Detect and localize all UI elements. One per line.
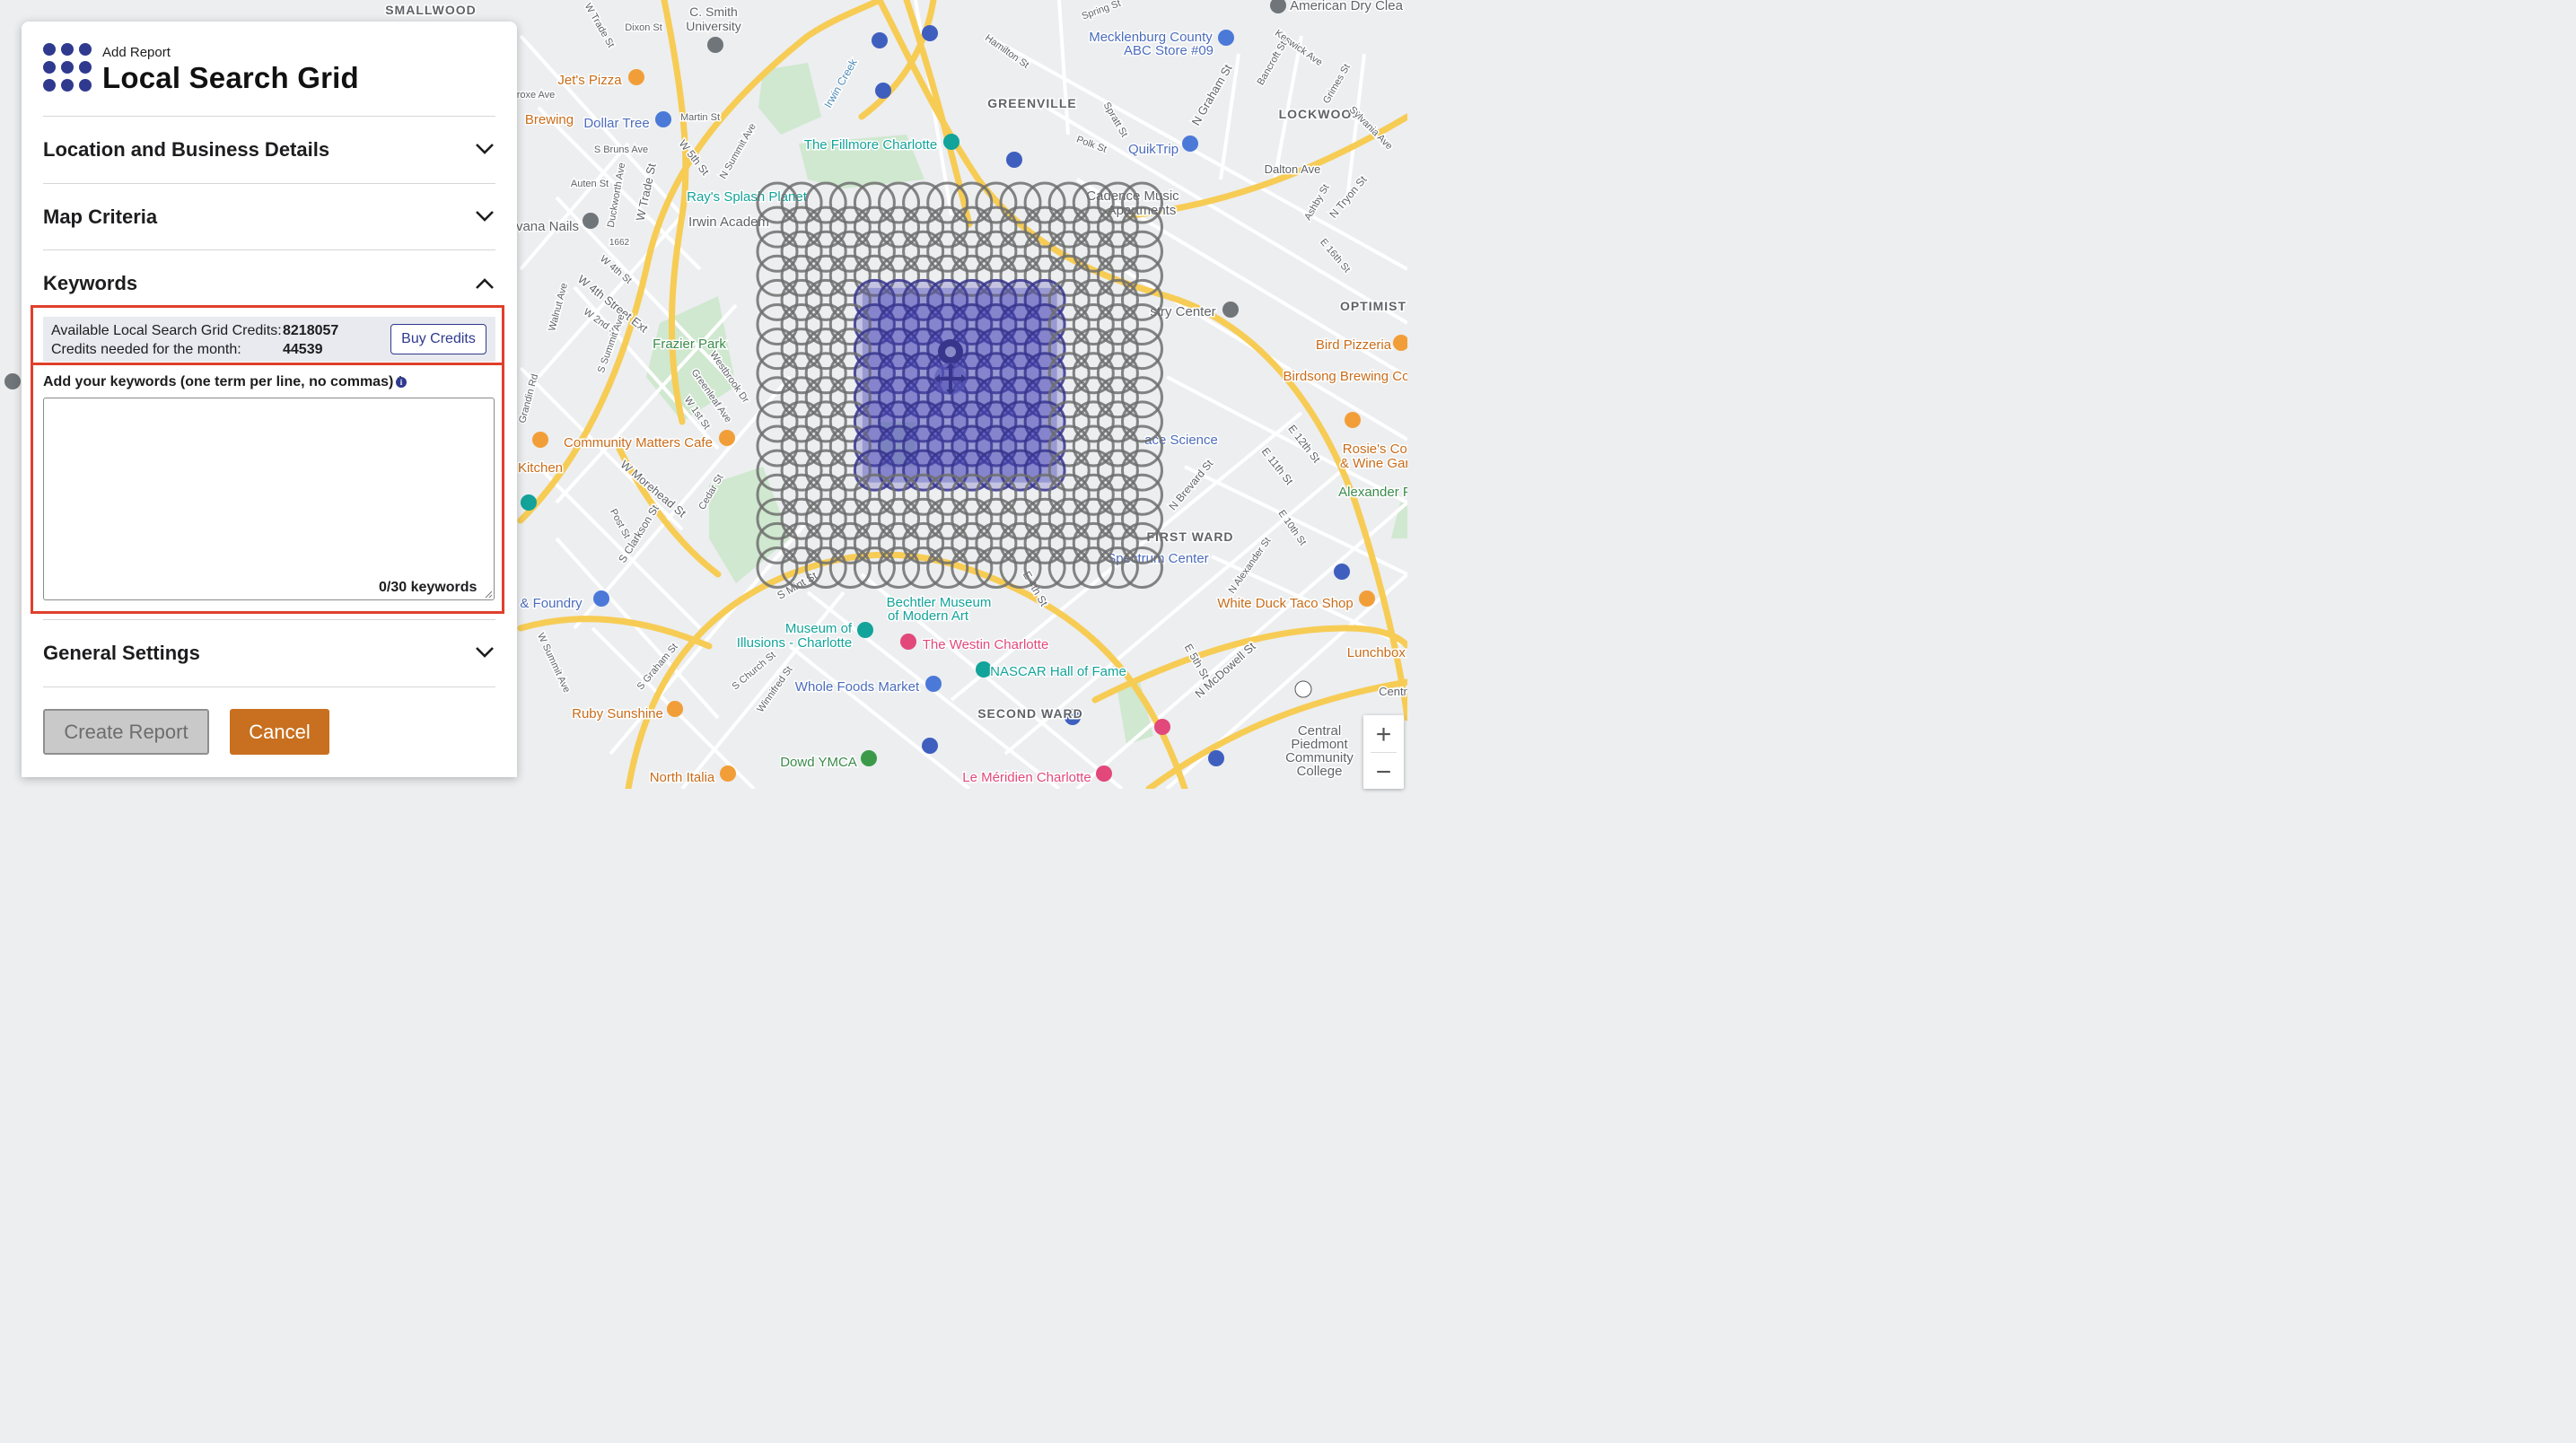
zoom-in-button[interactable]: + (1363, 717, 1404, 753)
page-title: Local Search Grid (102, 61, 359, 94)
section-general-title: General Settings (43, 642, 200, 664)
map-label: GREENVILLE (987, 96, 1076, 110)
section-keywords-title: Keywords (43, 272, 138, 294)
divider (43, 619, 495, 620)
map-label: Bird Pizzeria (1316, 337, 1392, 353)
map-label: roxe Ave (517, 90, 556, 101)
divider (1371, 752, 1397, 753)
section-location-title: Location and Business Details (43, 138, 330, 161)
map-label: Museum of (785, 621, 853, 636)
map-label: American Dry Clea (1290, 0, 1404, 13)
map-label: Dalton Ave (1265, 162, 1321, 176)
map-label: QuikTrip (1128, 142, 1178, 157)
map-label: of Modern Art (888, 608, 969, 624)
map-label: Le Méridien Charlotte (962, 770, 1091, 785)
chevron-down-icon (476, 211, 494, 222)
map-label: & Foundry (520, 596, 583, 611)
map-label: Rosie's Coffe (1343, 442, 1407, 457)
map-label: NASCAR Hall of Fame (990, 664, 1126, 679)
grid-point[interactable] (1023, 449, 1066, 492)
highlight-outline-keywords (31, 363, 504, 614)
map-label: North Italia (650, 770, 715, 785)
divider (43, 183, 495, 184)
map-label: White Duck Taco Shop (1217, 596, 1353, 611)
map-label: Apartments (1108, 203, 1177, 218)
map-label: C. Smith (689, 4, 738, 19)
map-label: University (686, 19, 740, 33)
map-label: Dowd YMCA (780, 755, 857, 770)
add-report-panel: Add Report Local Search Grid Location an… (22, 22, 517, 777)
map-label: OPTIMIST (1340, 299, 1406, 313)
divider (43, 116, 495, 117)
map-label: Dollar Tree (583, 116, 649, 131)
map-label: Birdsong Brewing Co (1284, 369, 1407, 384)
zoom-controls: + − (1363, 715, 1404, 789)
map-label: ABC Store #09 (1124, 43, 1214, 58)
chevron-up-icon (476, 278, 494, 289)
section-map-criteria-title: Map Criteria (43, 206, 158, 228)
map-label: Community Matters Cafe (564, 435, 713, 450)
map-label: College (1297, 764, 1343, 779)
map-label: Auten St (571, 179, 609, 189)
map-label: Jet's Pizza (557, 73, 622, 88)
map-label: SMALLWOOD (385, 3, 477, 17)
map-label: Johnson (690, 0, 738, 1)
map-label: Illusions - Charlotte (737, 635, 852, 651)
highlight-outline-credits (31, 305, 504, 365)
map-label: Lunchbox Re (1347, 645, 1407, 660)
zoom-out-button[interactable]: − (1363, 755, 1404, 791)
map-label: S Bruns Ave (594, 144, 648, 155)
page-subtitle: Add Report (102, 45, 171, 60)
map-label: Martin St (680, 112, 720, 123)
map-label: Brewing (525, 112, 574, 127)
map-label: Ruby Sunshine (572, 706, 663, 722)
divider (43, 249, 495, 250)
map-label: SECOND WARD (977, 706, 1083, 721)
map-label: The Fillmore Charlotte (804, 137, 937, 153)
map-label: The Westin Charlotte (923, 637, 1049, 652)
create-report-button[interactable]: Create Report (43, 709, 209, 755)
chevron-down-icon (476, 647, 494, 658)
map-label: Ray's Splash Planet (687, 189, 808, 205)
map-label: Centr (1379, 685, 1407, 698)
map-label: Kitchen (518, 460, 563, 476)
chevron-down-icon (476, 144, 494, 154)
map-label: Dixon St (625, 22, 662, 33)
map-label: Whole Foods Market (795, 679, 920, 695)
grid-logo-icon (43, 43, 93, 93)
cancel-button[interactable]: Cancel (230, 709, 329, 755)
map-label: Alexander P (1338, 485, 1407, 500)
map-label: vana Nails (516, 219, 579, 234)
map-label: 1662 (609, 238, 630, 248)
map-label: & Wine Garde (1340, 456, 1407, 471)
